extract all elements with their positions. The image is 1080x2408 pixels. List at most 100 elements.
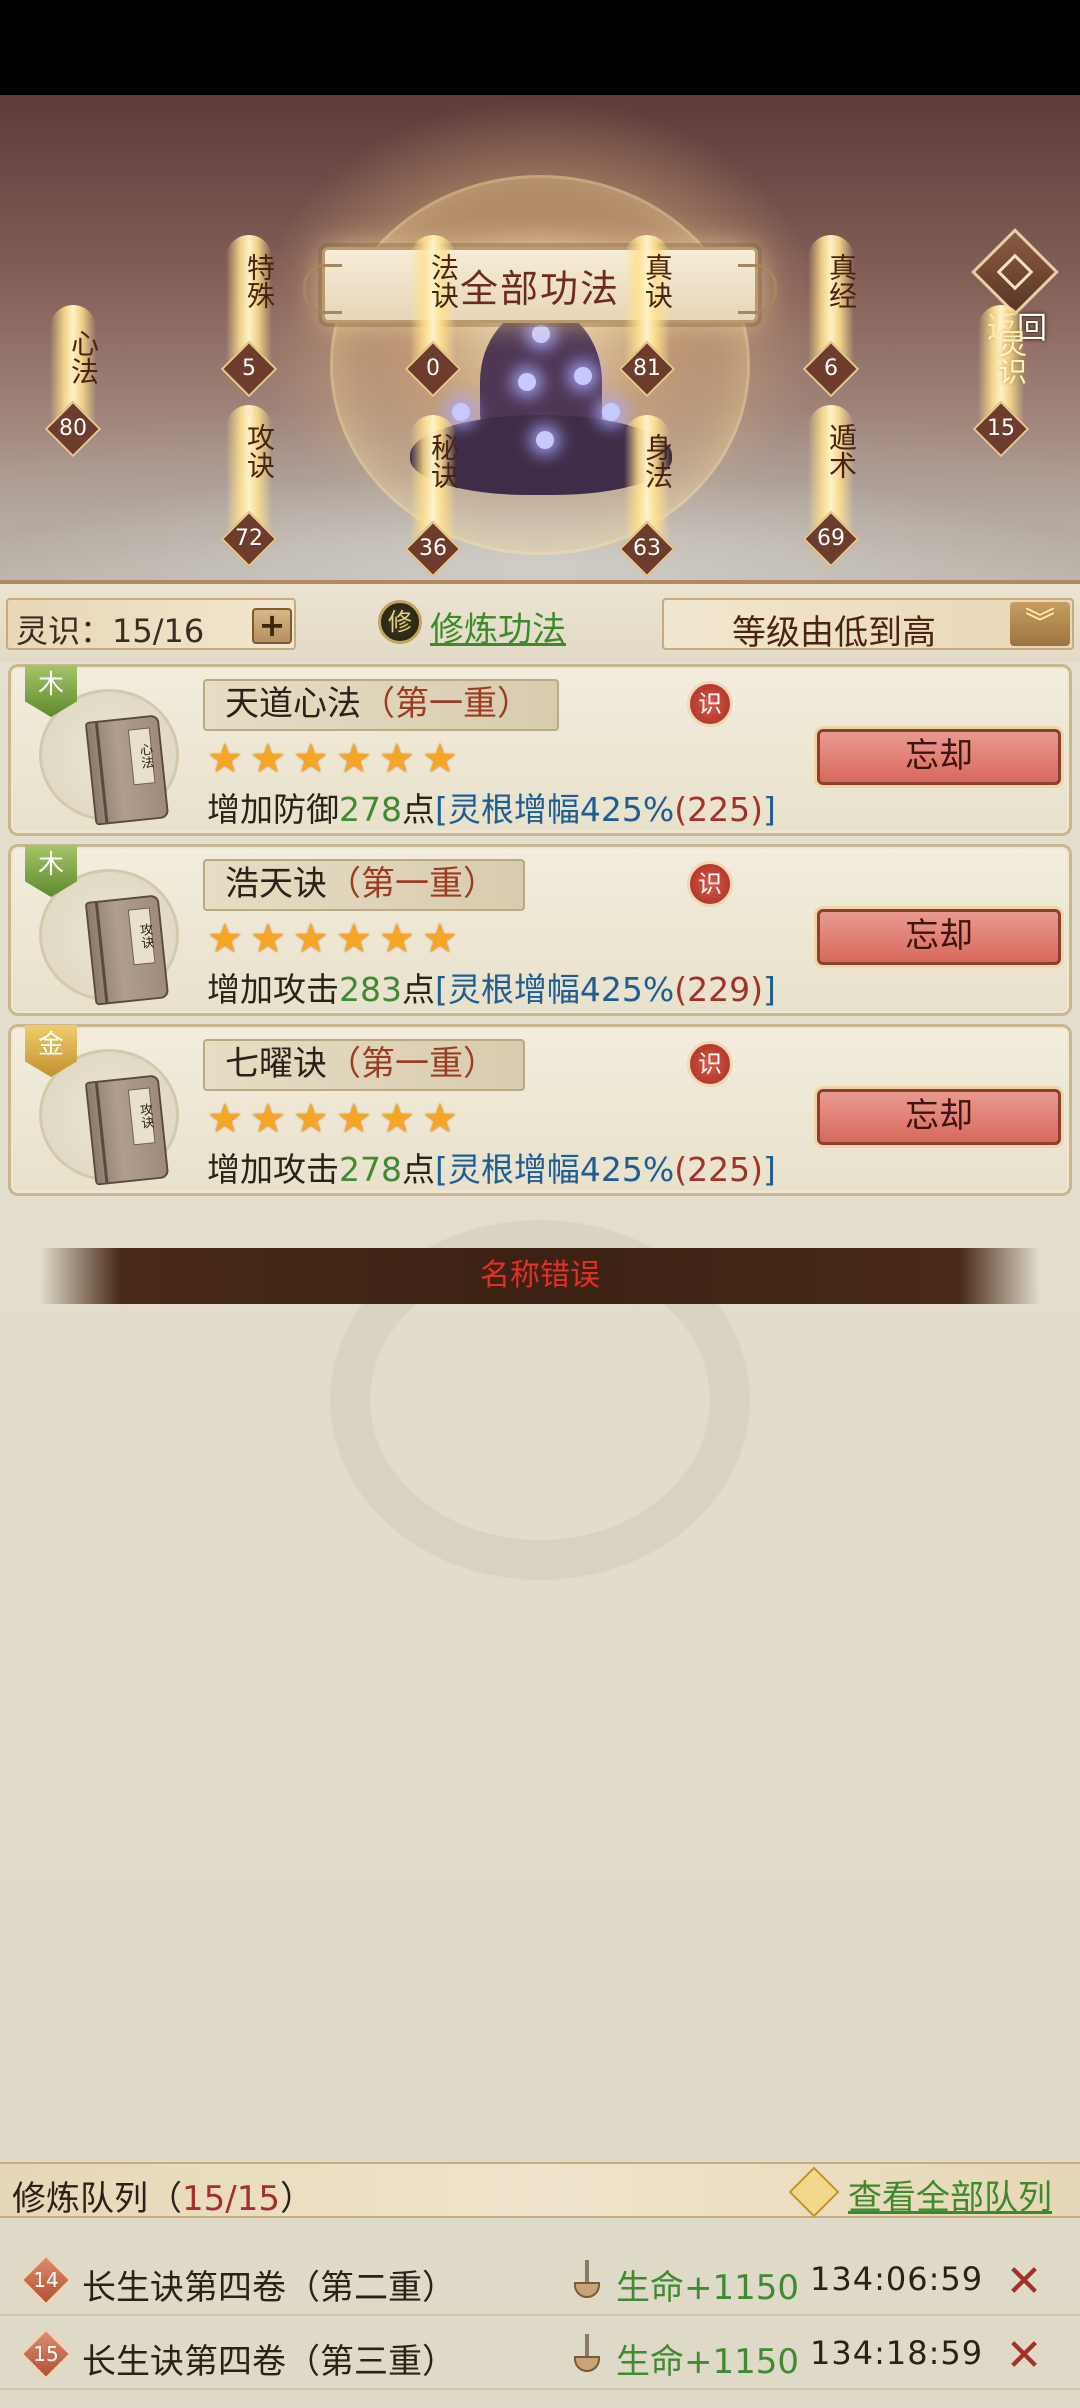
hero-banner: 全部功法 返回 心法 80 特殊 5 攻诀 72 法诀 0 秘诀 36 真诀 8… <box>0 95 1080 580</box>
content-panel: 灵识：15/16 + 修 修炼功法 等级由低到高 ︾ 心法 木 天道心法（第一重… <box>0 580 1080 2408</box>
cancel-icon[interactable]: ✕ <box>1000 2258 1048 2306</box>
star-icon: ★ <box>422 916 458 962</box>
skill-name: 七曜诀（第一重） <box>203 1039 525 1091</box>
queue-item-effect: 生命+1150 <box>616 2342 800 2382</box>
category-count: 36 <box>419 536 447 561</box>
category-label: 攻诀 <box>243 423 276 479</box>
category-label: 遁术 <box>825 423 858 479</box>
queue-header: 修炼队列（15/15） 查看全部队列 <box>0 2162 1080 2219</box>
queue-item-name: 长生诀第四卷（第三重） <box>82 2342 456 2382</box>
category-label: 身法 <box>641 433 674 489</box>
category-label: 法诀 <box>427 253 460 309</box>
skill-effect: 增加攻击283点[灵根增幅425%(229)] <box>207 970 776 1009</box>
queue-title: 修炼队列（15/15） <box>12 2179 314 2219</box>
cultivate-link[interactable]: 修炼功法 <box>430 602 566 651</box>
star-rating: ★ ★ ★ ★ ★ ★ <box>207 737 465 781</box>
star-icon: ★ <box>379 1096 415 1142</box>
queue-item-time: 134:06:59 <box>810 2260 984 2298</box>
skill-effect: 增加防御278点[灵根增幅425%(225)] <box>207 790 776 829</box>
category-fajue[interactable]: 法诀 0 <box>404 235 462 398</box>
chevron-down-icon[interactable]: ︾ <box>1010 602 1070 646</box>
book-icon: 攻诀 <box>84 894 170 1006</box>
category-label: 灵识 <box>995 329 1028 385</box>
forget-button[interactable]: 忘却 <box>817 729 1061 785</box>
star-icon: ★ <box>336 736 372 782</box>
category-count: 63 <box>633 536 661 561</box>
star-icon: ★ <box>250 1096 286 1142</box>
skill-effect: 增加攻击278点[灵根增幅425%(225)] <box>207 1150 776 1189</box>
add-lingshi-button[interactable]: + <box>252 608 292 644</box>
category-count: 15 <box>987 416 1015 441</box>
star-icon: ★ <box>207 736 243 782</box>
cancel-icon[interactable]: ✕ <box>1000 2332 1048 2380</box>
queue-row: 14 长生诀第四卷（第二重） 生命+1150 134:06:59 ✕ <box>0 2246 1080 2316</box>
queue-index-badge: 15 <box>20 2328 72 2380</box>
star-icon: ★ <box>207 916 243 962</box>
category-label: 心法 <box>67 329 100 385</box>
star-icon: ★ <box>422 1096 458 1142</box>
search-icon[interactable] <box>788 2166 840 2218</box>
category-dunshu[interactable]: 遁术 69 <box>802 405 860 568</box>
page-title: 全部功法 <box>303 247 777 323</box>
category-xinfa[interactable]: 心法 80 <box>44 305 102 458</box>
category-count: 81 <box>633 356 661 381</box>
category-lingshi[interactable]: 灵识 15 <box>972 305 1030 458</box>
view-all-queue-link[interactable]: 查看全部队列 <box>848 2170 1052 2219</box>
skill-name: 浩天诀（第一重） <box>203 859 525 911</box>
category-zhenjing[interactable]: 真经 6 <box>802 235 860 398</box>
category-label: 特殊 <box>243 253 276 309</box>
queue-row: 15 长生诀第四卷（第三重） 生命+1150 134:18:59 ✕ <box>0 2320 1080 2390</box>
category-count: 69 <box>817 526 845 551</box>
forget-button[interactable]: 忘却 <box>817 909 1061 965</box>
status-bar <box>0 0 1080 95</box>
sort-dropdown[interactable]: 等级由低到高 ︾ <box>662 598 1074 653</box>
category-label: 真诀 <box>641 253 674 309</box>
category-count: 72 <box>235 526 263 551</box>
skill-card[interactable]: 攻诀 木 浩天诀（第一重） 识 ★ ★ ★ ★ ★ ★ 增加攻击283点[灵根增幅425%… <box>8 844 1072 1016</box>
cultivate-icon[interactable]: 修 <box>378 600 422 644</box>
star-icon: ★ <box>336 916 372 962</box>
skill-name: 天道心法（第一重） <box>203 679 559 731</box>
toolbar: 灵识：15/16 + 修 修炼功法 等级由低到高 ︾ <box>0 580 1080 662</box>
star-icon: ★ <box>207 1096 243 1142</box>
star-icon: ★ <box>379 736 415 782</box>
category-count: 0 <box>426 356 440 381</box>
category-zhenjue[interactable]: 真诀 81 <box>618 235 676 398</box>
shi-badge: 识 <box>687 1041 733 1087</box>
skill-card[interactable]: 心法 木 天道心法（第一重） 识 ★ ★ ★ ★ ★ ★ 增加防御278点[灵根增幅425… <box>8 664 1072 836</box>
sort-value: 等级由低到高 <box>732 613 936 653</box>
queue-item-time: 134:18:59 <box>810 2334 984 2372</box>
forget-button[interactable]: 忘却 <box>817 1089 1061 1145</box>
star-icon: ★ <box>422 736 458 782</box>
category-mijue[interactable]: 秘诀 36 <box>404 415 462 578</box>
star-icon: ★ <box>250 916 286 962</box>
category-gongjue[interactable]: 攻诀 72 <box>220 405 278 568</box>
category-shenfa[interactable]: 身法 63 <box>618 415 676 578</box>
star-icon: ★ <box>293 736 329 782</box>
queue-item-name: 长生诀第四卷（第二重） <box>82 2268 456 2308</box>
star-icon: ★ <box>250 736 286 782</box>
incense-icon <box>572 2334 602 2374</box>
star-rating: ★ ★ ★ ★ ★ ★ <box>207 1097 465 1141</box>
skill-card[interactable]: 攻诀 金 七曜诀（第一重） 识 ★ ★ ★ ★ ★ ★ 增加攻击278点[灵根增幅425%… <box>8 1024 1072 1196</box>
shi-badge: 识 <box>687 681 733 727</box>
star-icon: ★ <box>336 1096 372 1142</box>
book-icon: 心法 <box>84 714 170 826</box>
category-teshu[interactable]: 特殊 5 <box>220 235 278 398</box>
incense-icon <box>572 2260 602 2300</box>
category-count: 6 <box>824 356 838 381</box>
star-icon: ★ <box>293 1096 329 1142</box>
error-banner: 名称错误 <box>40 1248 1040 1304</box>
category-label: 真经 <box>825 253 858 309</box>
star-icon: ★ <box>293 916 329 962</box>
category-count: 5 <box>242 356 256 381</box>
queue-index-badge: 14 <box>20 2254 72 2306</box>
star-icon: ★ <box>379 916 415 962</box>
category-count: 80 <box>59 416 87 441</box>
star-rating: ★ ★ ★ ★ ★ ★ <box>207 917 465 961</box>
lingshi-counter: 灵识：15/16 + <box>6 598 296 650</box>
queue-item-effect: 生命+1150 <box>616 2268 800 2308</box>
lingshi-label: 灵识：15/16 <box>16 612 205 650</box>
shi-badge: 识 <box>687 861 733 907</box>
book-icon: 攻诀 <box>84 1074 170 1186</box>
